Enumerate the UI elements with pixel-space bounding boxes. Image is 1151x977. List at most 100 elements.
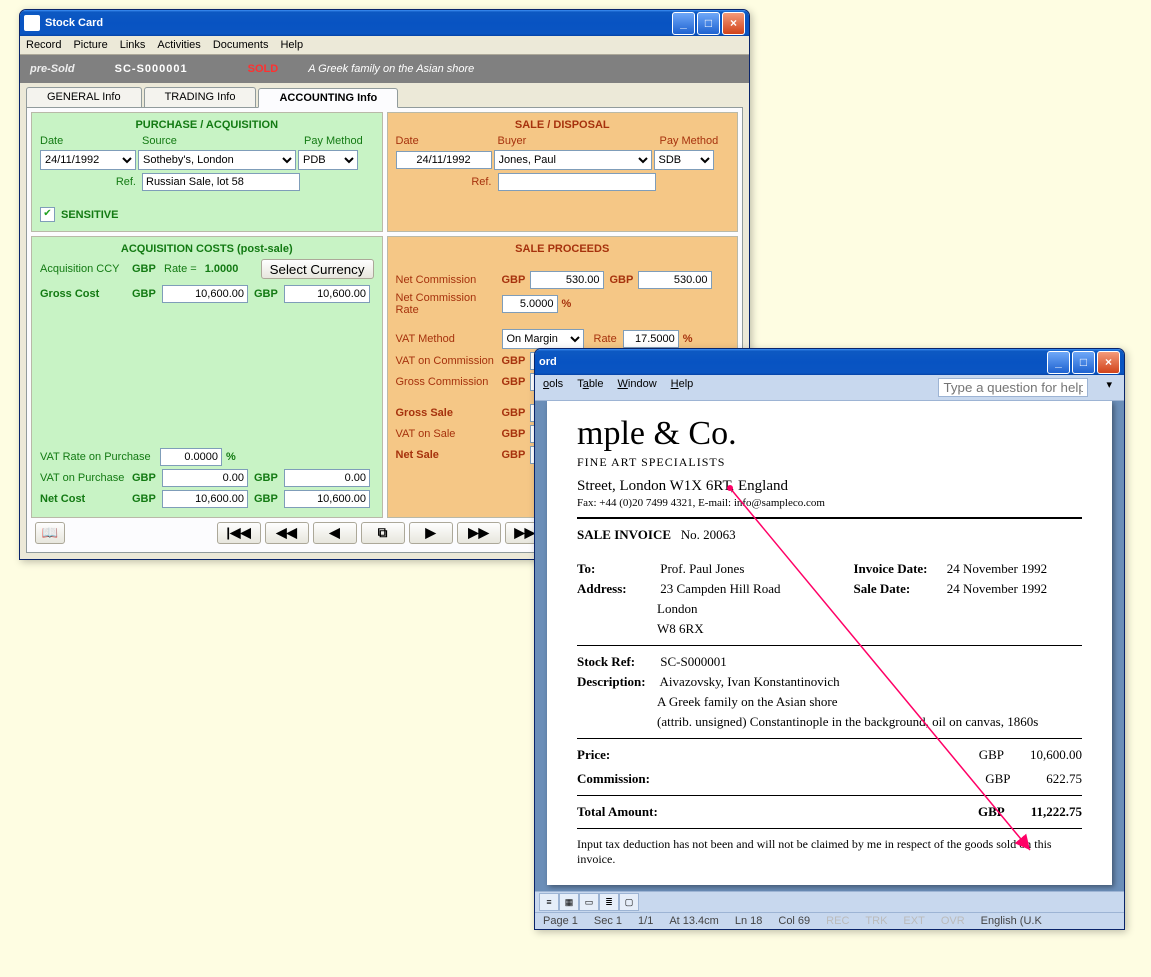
menu-links[interactable]: Links	[120, 39, 146, 51]
nav-current[interactable]: ⧉	[361, 522, 405, 544]
net-gbp2: GBP	[254, 493, 282, 505]
nav-first[interactable]: |◀◀	[217, 522, 261, 544]
menu-table[interactable]: Table	[577, 378, 603, 397]
sold-label: SOLD	[248, 63, 279, 75]
saledate-label: Sale Date:	[854, 581, 944, 597]
view-print[interactable]: ▭	[579, 893, 599, 911]
status-lang: English (U.K	[981, 915, 1042, 927]
maximize-button[interactable]: □	[697, 12, 720, 35]
panel-purchase: PURCHASE / ACQUISITION Date Source Pay M…	[31, 112, 383, 232]
vatcom-label: VAT on Commission	[396, 355, 500, 367]
nav-fastback[interactable]: ◀◀	[265, 522, 309, 544]
vatpur-2	[284, 469, 370, 487]
item-description: A Greek family on the Asian shore	[308, 63, 474, 75]
acq-rate: 1.0000	[205, 263, 239, 275]
invoice-title: SALE INVOICE	[577, 527, 671, 542]
gross-cost-label: Gross Cost	[40, 288, 130, 300]
close-button[interactable]: ×	[722, 12, 745, 35]
word-titlebar[interactable]: ord _ □ ×	[535, 349, 1124, 375]
menu-help[interactable]: Help	[671, 378, 694, 397]
vatpur-gbp2: GBP	[254, 472, 282, 484]
vatpur-1	[162, 469, 248, 487]
netcom-label: Net Commission	[396, 274, 500, 286]
tax-note: Input tax deduction has not been and wil…	[577, 837, 1082, 867]
stockref-value: SC-S000001	[660, 654, 726, 669]
vatcom-gbp1: GBP	[502, 355, 528, 367]
word-minimize[interactable]: _	[1047, 351, 1070, 374]
netcomrate-input[interactable]	[502, 295, 558, 313]
dropdown-icon[interactable]: ▾	[1102, 378, 1116, 397]
menu-bar: Record Picture Links Activities Document…	[20, 36, 749, 55]
menu-record[interactable]: Record	[26, 39, 61, 51]
purchase-ref[interactable]	[142, 173, 300, 191]
sensitive-checkbox[interactable]: ✔	[40, 207, 55, 222]
gross-cost-1[interactable]	[162, 285, 248, 303]
desc1: Aivazovsky, Ivan Konstantinovich	[660, 674, 840, 689]
purchase-paymethod[interactable]: PDB	[298, 150, 358, 170]
view-reading[interactable]: ▢	[619, 893, 639, 911]
status-pp: 1/1	[638, 915, 653, 927]
sale-buyer[interactable]: Jones, Paul	[494, 150, 652, 170]
word-close[interactable]: ×	[1097, 351, 1120, 374]
saledate-value: 24 November 1992	[947, 581, 1047, 597]
nav-fastforward[interactable]: ▶▶	[457, 522, 501, 544]
vatsale-label: VAT on Sale	[396, 428, 500, 440]
sale-date-label: Date	[396, 135, 496, 147]
vatrate-input[interactable]	[160, 448, 222, 466]
menu-window[interactable]: Window	[618, 378, 657, 397]
select-currency-button[interactable]: Select Currency	[261, 259, 374, 279]
menu-picture[interactable]: Picture	[73, 39, 107, 51]
menu-tools[interactable]: ools	[543, 378, 563, 397]
document-area[interactable]: mple & Co. FINE ART SPECIALISTS Street, …	[535, 401, 1124, 891]
status-trk: TRK	[865, 915, 887, 927]
net-gbp1: GBP	[132, 493, 160, 505]
grosssale-gbp1: GBP	[502, 407, 528, 419]
to-label: To:	[577, 561, 657, 577]
vatmethod-select[interactable]: On Margin	[502, 329, 584, 349]
total-value: 11,222.75	[1031, 804, 1082, 819]
menu-documents[interactable]: Documents	[213, 39, 269, 51]
word-window: ord _ □ × ools Table Window Help ▾ mple …	[534, 348, 1125, 930]
word-maximize[interactable]: □	[1072, 351, 1095, 374]
word-statusbar: Page 1 Sec 1 1/1 At 13.4cm Ln 18 Col 69 …	[535, 912, 1124, 929]
acq-rate-label: Rate =	[164, 263, 197, 275]
view-web[interactable]: ▦	[559, 893, 579, 911]
menu-activities[interactable]: Activities	[157, 39, 200, 51]
desc3: (attrib. unsigned) Constantinople in the…	[657, 714, 1038, 729]
view-outline[interactable]: ≣	[599, 893, 619, 911]
status-ext: EXT	[903, 915, 924, 927]
sale-ref[interactable]	[498, 173, 656, 191]
netcost-label: Net Cost	[40, 493, 130, 505]
help-search[interactable]	[938, 378, 1088, 397]
netcom-gbp1: GBP	[502, 274, 528, 286]
nav-back[interactable]: ◀	[313, 522, 357, 544]
company-address: Street, London W1X 6RT, England	[577, 478, 1082, 495]
rate-input[interactable]	[623, 330, 679, 348]
menu-help[interactable]: Help	[280, 39, 303, 51]
gross-gbp2: GBP	[254, 288, 282, 300]
addr2: London	[657, 601, 697, 616]
comm-label: Commission:	[577, 771, 677, 787]
status-rec: REC	[826, 915, 849, 927]
netsale-label: Net Sale	[396, 449, 500, 461]
word-menubar: ools Table Window Help ▾	[535, 375, 1124, 401]
total-label: Total Amount:	[577, 804, 697, 820]
info-bar: pre-Sold SC-S000001 SOLD A Greek family …	[20, 55, 749, 83]
nav-forward[interactable]: ▶	[409, 522, 453, 544]
tab-general[interactable]: GENERAL Info	[26, 87, 142, 107]
view-normal[interactable]: ≡	[539, 893, 559, 911]
addr3: W8 6RX	[657, 621, 704, 636]
purchase-source[interactable]: Sotheby's, London	[138, 150, 296, 170]
tab-trading[interactable]: TRADING Info	[144, 87, 257, 107]
netcom-1	[530, 271, 604, 289]
invdate-label: Invoice Date:	[854, 561, 944, 577]
paymethod-label: Pay Method	[304, 135, 363, 147]
purchase-date[interactable]: 24/11/1992	[40, 150, 136, 170]
book-icon[interactable]: 📖	[35, 522, 65, 544]
tab-accounting[interactable]: ACCOUNTING Info	[258, 88, 398, 108]
status-sec: Sec 1	[594, 915, 622, 927]
minimize-button[interactable]: _	[672, 12, 695, 35]
status-page: Page 1	[543, 915, 578, 927]
sale-paymethod[interactable]: SDB	[654, 150, 714, 170]
titlebar[interactable]: Stock Card _ □ ×	[20, 10, 749, 36]
